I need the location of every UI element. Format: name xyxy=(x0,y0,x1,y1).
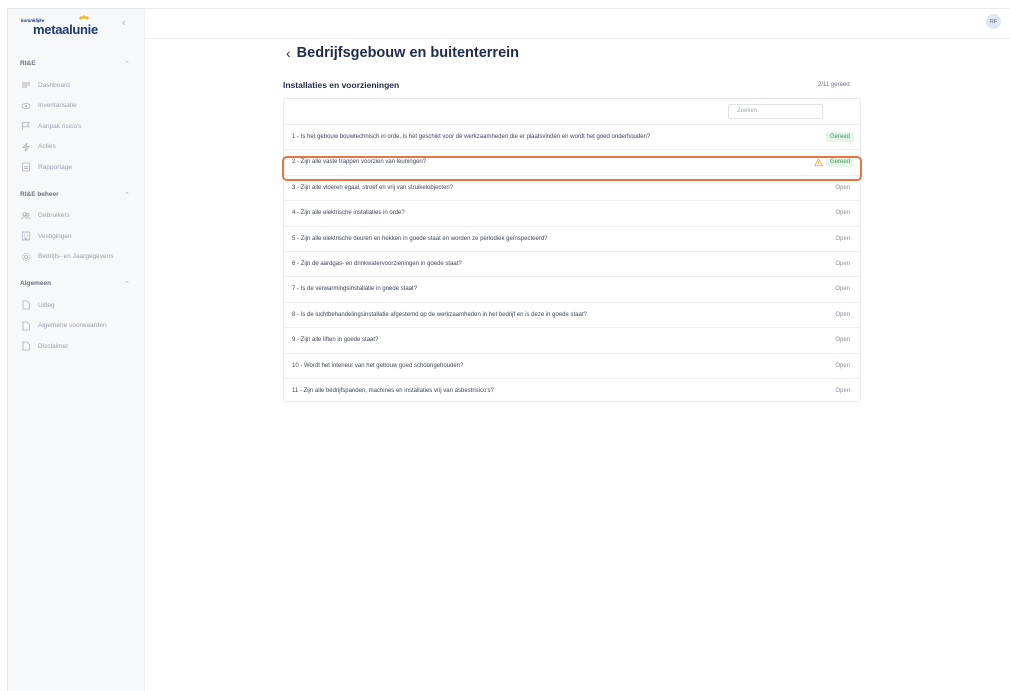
question-text: 4 - Zijn alle elektrische installaties i… xyxy=(292,210,405,217)
sidebar-item-label: Algemene voorwaarden xyxy=(38,322,107,329)
status-text-open: Open xyxy=(835,311,850,318)
logo-dots-icon xyxy=(79,15,89,20)
bolt-icon xyxy=(20,142,32,152)
users-icon xyxy=(20,211,32,221)
question-text: 11 - Zijn alle bedrijfspanden, machines … xyxy=(292,388,494,394)
search-input[interactable]: Zoeken xyxy=(728,104,823,119)
sidebar-item-disclaimer[interactable]: Disclaimer xyxy=(20,339,138,353)
warning-icon xyxy=(814,157,823,167)
document-icon xyxy=(20,300,32,310)
status-badge-done: Gereed xyxy=(825,132,854,142)
status-text-open: Open xyxy=(835,261,850,267)
sidebar-item-rapportage[interactable]: Rapportage xyxy=(20,160,138,174)
sidebar-item-acties[interactable]: Acties xyxy=(20,140,138,154)
sidebar-item-algemene-voorwaarden[interactable]: Algemene voorwaarden xyxy=(20,319,138,333)
question-row[interactable]: 3 - Zijn alle vloeren egaal, stroef en v… xyxy=(284,174,860,200)
section-title: Installaties en voorzieningen xyxy=(283,80,400,90)
status-text-open: Open xyxy=(835,388,850,394)
question-row[interactable]: 4 - Zijn alle elektrische installaties i… xyxy=(284,200,860,225)
sidebar-item-dashboard[interactable]: Dashboard xyxy=(20,78,138,92)
status-text-open: Open xyxy=(835,362,850,369)
question-text: 3 - Zijn alle vloeren egaal, stroef en v… xyxy=(292,184,454,191)
question-row[interactable]: 7 - Is de verwarmingsinstallatie in goed… xyxy=(284,276,860,301)
question-row[interactable]: 2 - Zijn alle vaste trappen voorzien van… xyxy=(284,149,860,174)
question-row[interactable]: 5 - Zijn alle elektrische deuren en hekk… xyxy=(284,225,860,251)
question-row[interactable]: 1 - Is het gebouw bouwtechnisch in orde,… xyxy=(284,124,860,149)
sidebar-item-bedrijfs-en-jaargegevens[interactable]: Bedrijfs- en Jaargegevens xyxy=(20,250,138,264)
back-chevron-icon[interactable]: ‹ xyxy=(286,45,291,61)
topbar: RF xyxy=(145,9,1010,39)
status-text-open: Open xyxy=(835,210,850,217)
status-text-open: Open xyxy=(835,235,850,242)
chevron-up-icon[interactable]: ⌃ xyxy=(124,280,130,288)
sidebar: koninklijke metaalunie ‹ RI&E ⌃ Dashboard I… xyxy=(8,9,145,691)
question-row[interactable]: 9 - Zijn alle liften in goede staat? Open xyxy=(284,327,860,352)
sidebar-section-header[interactable]: RI&E beheer ⌃ xyxy=(20,191,130,203)
sidebar-item-gebruikers[interactable]: Gebruikers xyxy=(20,209,138,223)
sidebar-section-header[interactable]: Algemeen ⌃ xyxy=(20,280,130,292)
sidebar-item-label: Inventarisatie xyxy=(38,102,77,109)
status-text-open: Open xyxy=(835,337,850,344)
sidebar-item-label: Rapportage xyxy=(38,163,72,171)
questions-card: Zoeken 1 - Is het gebouw bouwtechnisch i… xyxy=(283,98,861,402)
sidebar-item-label: Bedrijfs- en Jaargegevens xyxy=(38,253,114,260)
sidebar-item-label: Aanpak risico's xyxy=(38,122,82,130)
question-text: 5 - Zijn alle elektrische deuren en hekk… xyxy=(292,235,548,242)
status-text-open: Open xyxy=(835,184,850,191)
sidebar-section-title: Algemeen xyxy=(20,280,52,287)
logo-name: metaalunie xyxy=(33,22,98,37)
sidebar-item-vestigingen[interactable]: Vestigingen xyxy=(20,229,138,243)
sidebar-section-title: RI&E xyxy=(20,60,36,67)
question-row[interactable]: 6 - Zijn de aardgas- en drinkwatervoorzi… xyxy=(284,251,860,276)
sidebar-item-label: Uitleg xyxy=(38,301,55,309)
sidebar-section-header[interactable]: RI&E ⌃ xyxy=(20,60,130,72)
building-icon xyxy=(20,231,32,241)
sidebar-section-title: RI&E beheer xyxy=(20,190,59,198)
avatar[interactable]: RF xyxy=(986,14,1001,29)
sidebar-item-label: Vestigingen xyxy=(38,232,72,240)
list-icon xyxy=(20,80,32,90)
sidebar-item-label: Dashboard xyxy=(38,81,70,89)
question-row[interactable]: 11 - Zijn alle bedrijfspanden, machines … xyxy=(284,378,860,403)
question-text: 1 - Is het gebouw bouwtechnisch in orde,… xyxy=(292,134,651,140)
question-text: 2 - Zijn alle vaste trappen voorzien van… xyxy=(292,159,427,166)
status-badge-done: Gereed xyxy=(825,157,854,168)
collapse-sidebar-icon[interactable]: ‹ xyxy=(122,17,126,29)
eye-icon xyxy=(20,101,32,111)
page-title-text: Bedrijfsgebouw en buitenterrein xyxy=(296,45,520,61)
question-row[interactable]: 8 - Is de luchtbehandelingsinstallatie a… xyxy=(284,301,860,327)
sidebar-item-uitleg[interactable]: Uitleg xyxy=(20,298,138,312)
question-row[interactable]: 10 - Wordt het interieur van het gebouw … xyxy=(284,352,860,378)
sidebar-item-label: Gebruikers xyxy=(38,212,70,219)
question-text: 9 - Zijn alle liften in goede staat? xyxy=(292,337,379,344)
logo[interactable]: koninklijke metaalunie xyxy=(21,15,111,39)
report-icon xyxy=(20,162,32,172)
gear-icon xyxy=(20,252,32,262)
sidebar-item-aanpak-risico-s[interactable]: Aanpak risico's xyxy=(20,119,138,133)
status-text-open: Open xyxy=(835,286,850,293)
document-icon xyxy=(20,341,32,351)
document-icon xyxy=(20,321,32,331)
flag-icon xyxy=(20,121,32,131)
question-text: 6 - Zijn de aardgas- en drinkwatervoorzi… xyxy=(292,261,462,267)
chevron-up-icon[interactable]: ⌃ xyxy=(124,60,130,68)
sidebar-item-label: Disclaimer xyxy=(38,342,69,350)
page-title: ‹ Bedrijfsgebouw en buitenterrein xyxy=(286,45,519,61)
question-text: 10 - Wordt het interieur van het gebouw … xyxy=(292,362,464,369)
question-text: 8 - Is de luchtbehandelingsinstallatie a… xyxy=(292,311,587,318)
question-text: 7 - Is de verwarmingsinstallatie in goed… xyxy=(292,286,418,293)
progress-text: 2/11 gereed xyxy=(818,82,850,88)
sidebar-item-inventarisatie[interactable]: Inventarisatie xyxy=(20,99,138,113)
chevron-up-icon[interactable]: ⌃ xyxy=(124,191,130,199)
sidebar-item-label: Acties xyxy=(38,143,56,150)
